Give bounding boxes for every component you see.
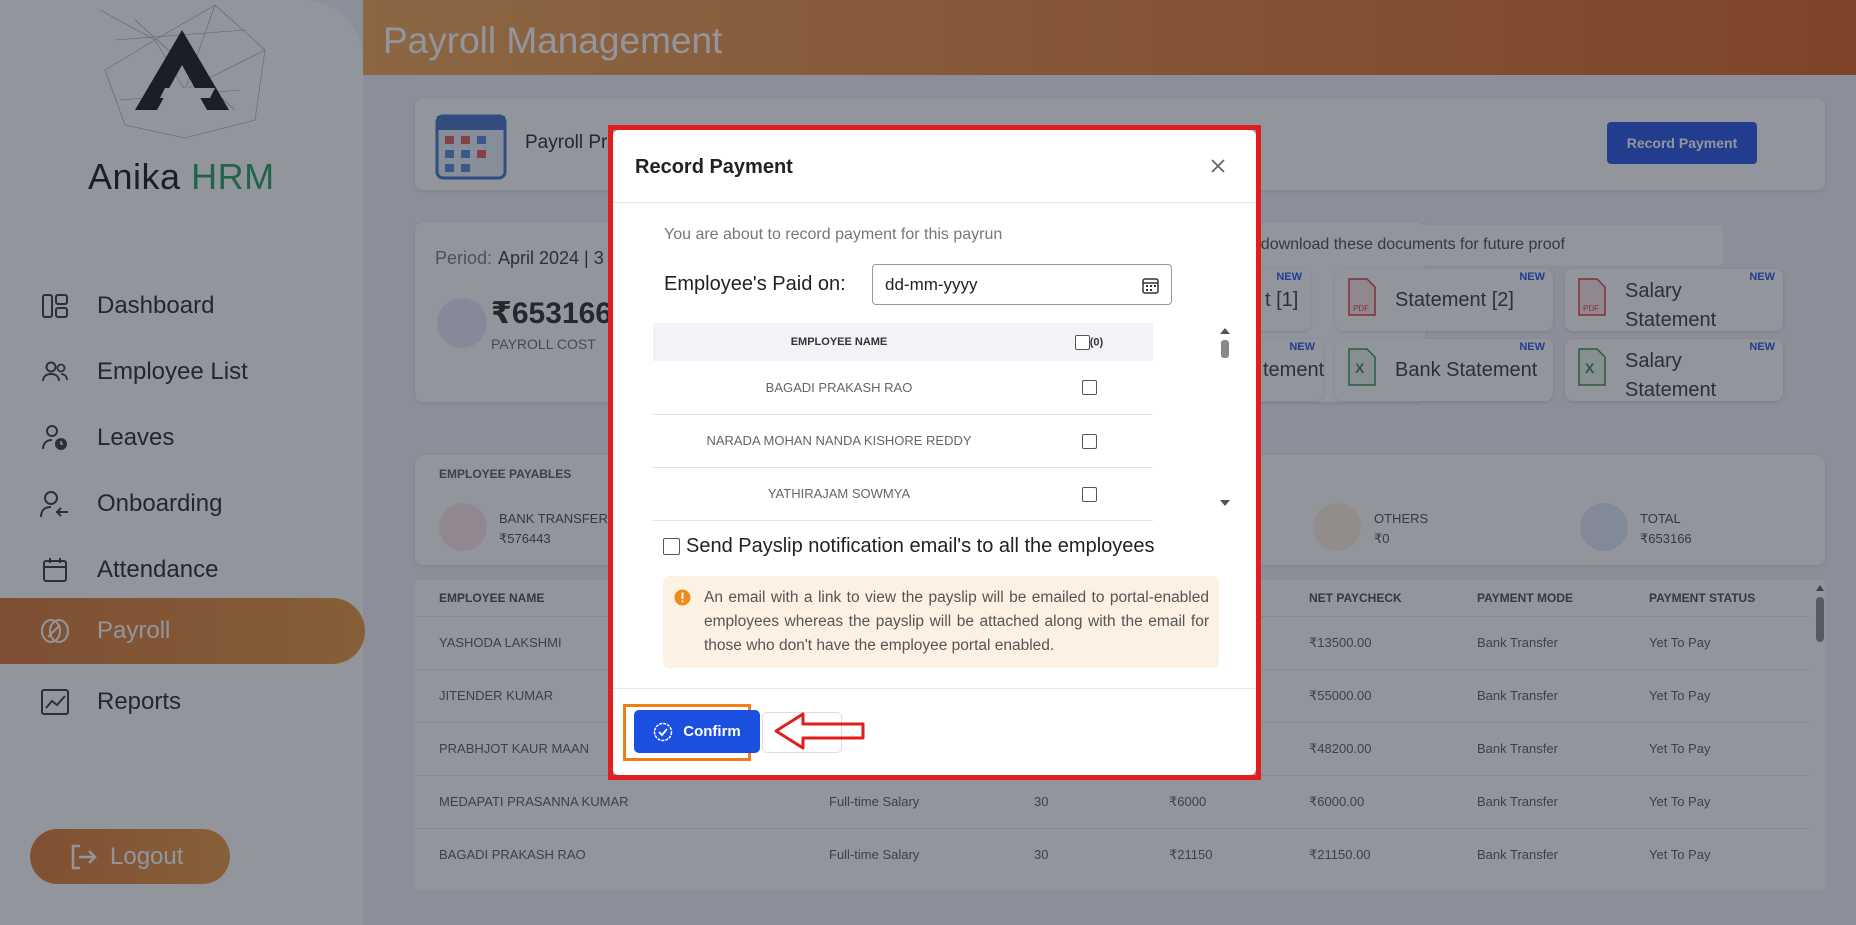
employee-name: YATHIRAJAM SOWMYA <box>653 467 1025 521</box>
employee-checkbox[interactable] <box>1081 380 1097 396</box>
send-payslip-checkbox[interactable] <box>663 538 680 555</box>
col-employee-name: EMPLOYEE NAME <box>653 323 1025 361</box>
pointer-arrow-icon <box>774 712 865 750</box>
divider <box>613 202 1256 203</box>
select-all-header: (0) <box>1025 323 1153 361</box>
scroll-down-icon[interactable] <box>1220 500 1230 506</box>
selected-count: (0) <box>1089 335 1104 348</box>
modal-title: Record Payment <box>635 156 793 178</box>
info-box: An email with a link to view the payslip… <box>663 576 1219 668</box>
close-icon[interactable] <box>1206 154 1230 178</box>
paid-on-date-input[interactable]: dd-mm-yyyy <box>872 264 1172 305</box>
table-row: BAGADI PRAKASH RAO <box>653 361 1153 415</box>
table-row: NARADA MOHAN NANDA KISHORE REDDY <box>653 414 1153 468</box>
confirm-button[interactable]: Confirm <box>634 710 760 753</box>
info-icon <box>674 589 691 606</box>
scroll-thumb[interactable] <box>1221 340 1229 358</box>
employee-name: NARADA MOHAN NANDA KISHORE REDDY <box>653 414 1025 468</box>
send-payslip-label: Send Payslip notification email's to all… <box>686 535 1155 557</box>
employee-select-table: EMPLOYEE NAME (0) BAGADI PRAKASH RAO NAR… <box>653 323 1153 521</box>
table-header-row: EMPLOYEE NAME (0) <box>653 323 1153 361</box>
employee-checkbox[interactable] <box>1081 433 1097 449</box>
select-all-checkbox[interactable] <box>1074 334 1090 350</box>
confirm-label: Confirm <box>683 723 741 740</box>
paid-on-label: Employee's Paid on: <box>664 273 846 295</box>
info-text: An email with a link to view the payslip… <box>704 589 1209 654</box>
calendar-icon[interactable] <box>1142 277 1159 294</box>
employee-list-scrollbar[interactable] <box>1217 326 1233 509</box>
employee-name: BAGADI PRAKASH RAO <box>653 361 1025 415</box>
employee-checkbox[interactable] <box>1081 486 1097 502</box>
check-badge-icon <box>654 722 673 741</box>
record-payment-modal: Record Payment You are about to record p… <box>613 130 1256 775</box>
divider <box>613 688 1256 689</box>
date-placeholder: dd-mm-yyyy <box>885 274 978 294</box>
scroll-up-icon[interactable] <box>1220 328 1230 334</box>
table-row: YATHIRAJAM SOWMYA <box>653 467 1153 521</box>
send-payslip-option[interactable]: Send Payslip notification email's to all… <box>663 535 1155 558</box>
intro-text: You are about to record payment for this… <box>664 226 1003 243</box>
